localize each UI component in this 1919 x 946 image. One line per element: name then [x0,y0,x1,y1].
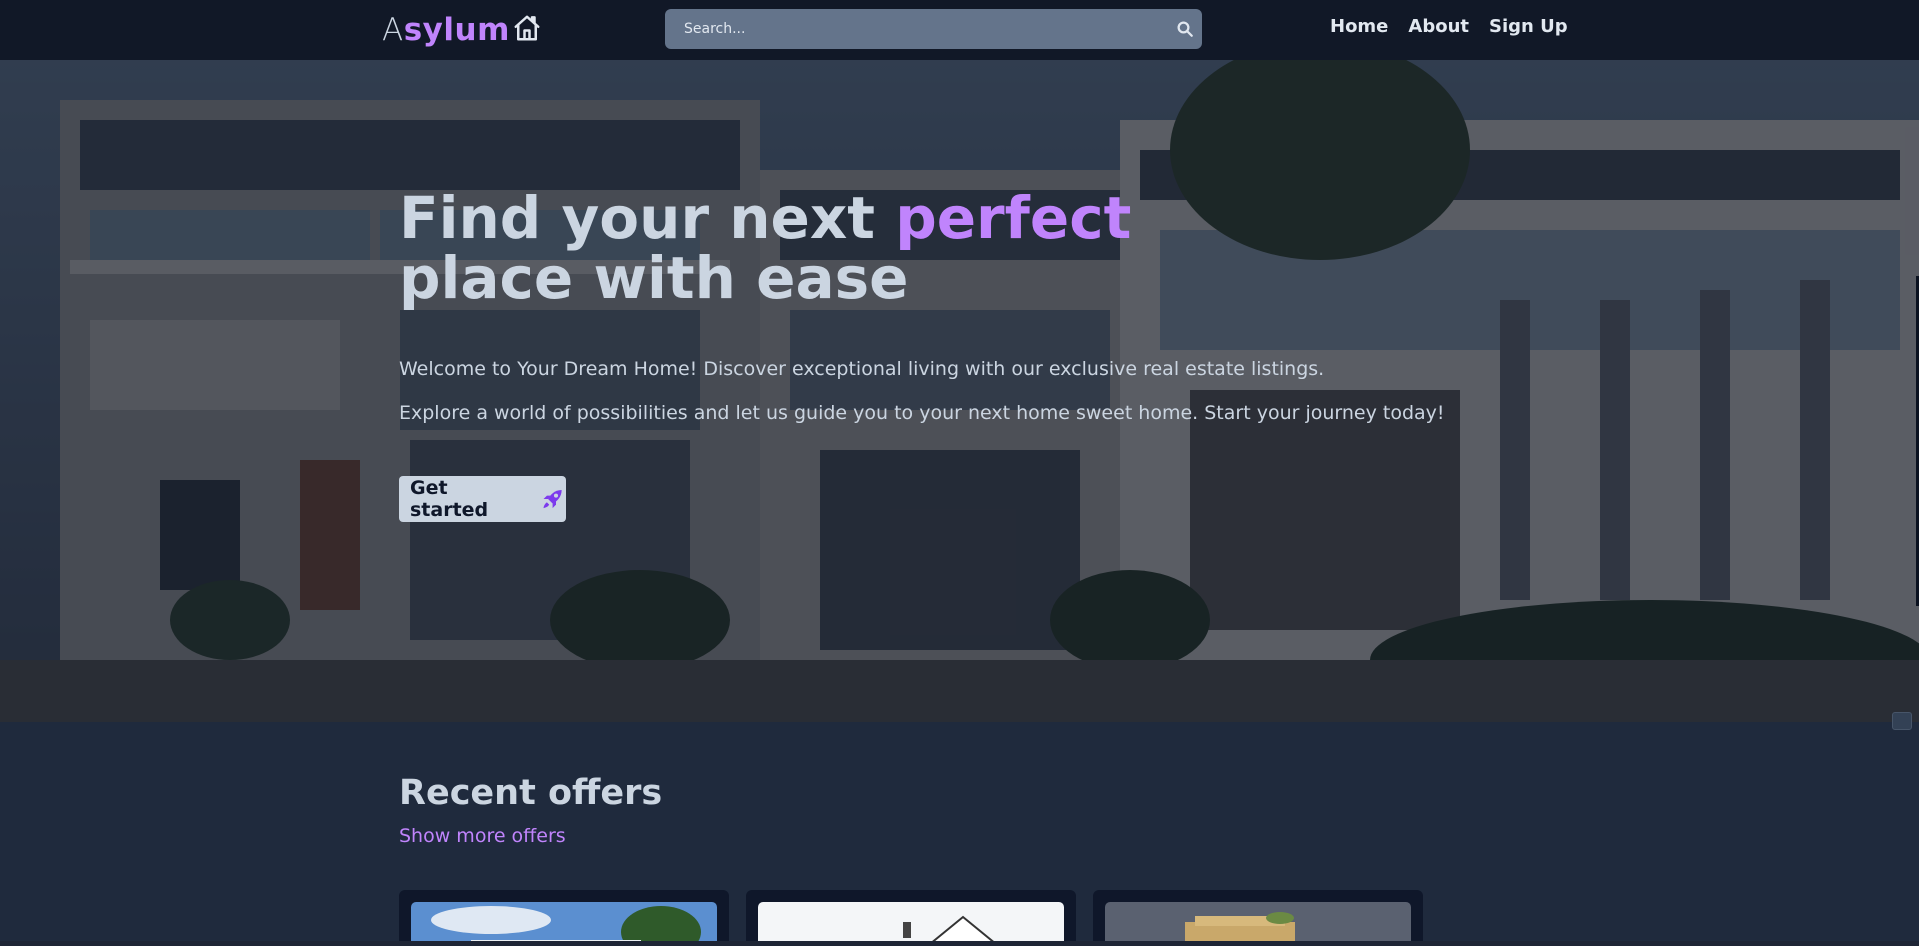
get-started-label: Get started [410,477,489,521]
offer-card-image [411,902,717,946]
offer-card-image [1105,902,1411,946]
hero-title-accent: perfect [895,184,1132,252]
hero-section: Find your next perfect place with ease W… [0,60,1919,722]
offer-cards [399,890,1423,946]
offer-card[interactable] [1093,890,1423,946]
hero-paragraph-1: Welcome to Your Dream Home! Discover exc… [399,358,1325,380]
brand-logo[interactable]: Asylum [382,10,542,50]
hero-title: Find your next perfect place with ease [399,188,1199,308]
bottom-edge [0,941,1919,946]
house-icon [514,15,540,41]
offer-card[interactable] [399,890,729,946]
get-started-button[interactable]: Get started [399,476,566,522]
nav-signup-link[interactable]: Sign Up [1489,16,1568,42]
show-more-offers-link[interactable]: Show more offers [399,825,566,847]
offer-card[interactable] [746,890,1076,946]
nav-about-link[interactable]: About [1408,16,1469,42]
hero-title-part2: place with ease [399,244,909,312]
navbar: Asylum Home About Sign Up [0,0,1919,60]
rocket-icon [543,489,562,509]
search-icon[interactable] [1176,20,1194,38]
logo-text: sylum [403,12,510,48]
search-input[interactable] [684,21,1154,37]
nav-links: Home About Sign Up [1330,16,1568,42]
search-bar [665,9,1202,49]
recent-offers-heading: Recent offers [399,773,663,813]
nav-home-link[interactable]: Home [1330,16,1388,42]
floating-widget[interactable] [1892,712,1912,730]
hero-paragraph-2: Explore a world of possibilities and let… [399,402,1445,424]
offer-card-image [758,902,1064,946]
logo-first-letter: A [382,12,404,48]
hero-title-part1: Find your next [399,184,896,252]
hero-overlay [0,60,1919,722]
